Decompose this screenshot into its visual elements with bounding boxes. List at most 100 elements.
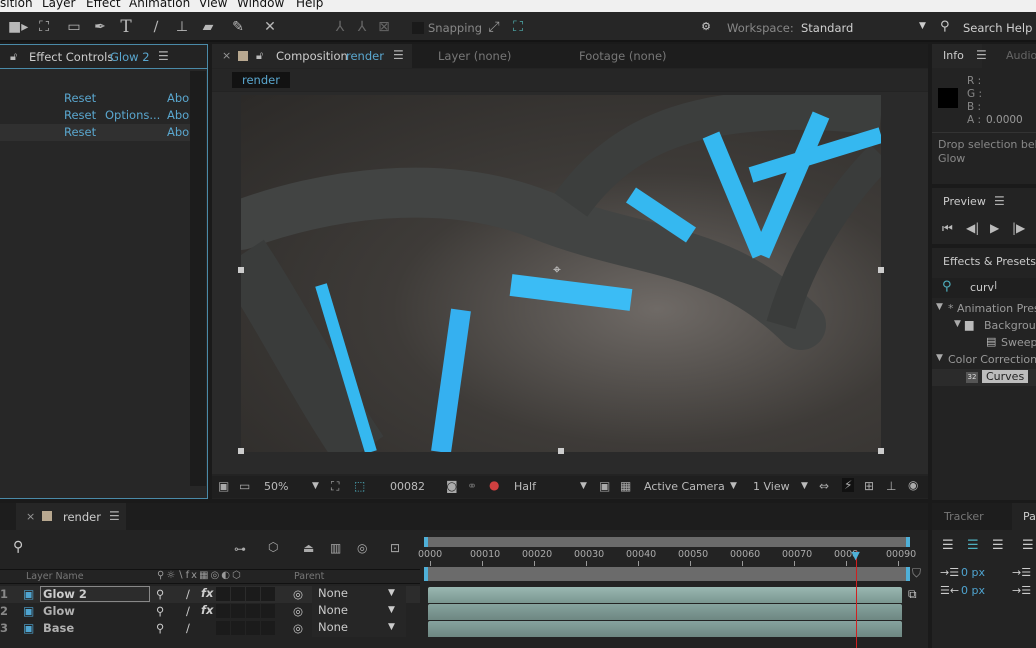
resolution-dropdown-icon[interactable]: ▼ — [580, 481, 587, 491]
align-left-icon[interactable]: ☰ — [942, 538, 954, 553]
type-icon[interactable]: T — [116, 18, 136, 36]
menu-window[interactable]: Window — [237, 0, 284, 9]
switch-box[interactable] — [216, 621, 230, 635]
menu-effect[interactable]: Effect — [86, 0, 121, 9]
switch-box[interactable] — [231, 604, 245, 618]
expand-icon[interactable]: ▼ — [936, 302, 943, 312]
tab-render[interactable]: × render ☰ — [16, 503, 126, 530]
panel-menu-icon[interactable]: ☰ — [109, 509, 120, 523]
layer-duration-bar[interactable] — [428, 604, 902, 620]
tab-audio[interactable]: Audio — [1006, 49, 1036, 62]
layer-duration-bar[interactable] — [428, 621, 902, 637]
layer-name[interactable]: Base — [43, 621, 74, 635]
eraser-icon[interactable]: ▰ — [198, 18, 218, 36]
transform-handle[interactable] — [238, 448, 244, 454]
pickwhip-icon[interactable]: ◎ — [293, 621, 303, 635]
parent-header[interactable]: Parent — [294, 571, 324, 582]
time-ruler[interactable]: 0000 00010 00020 00030 00040 00050 00060 00070 0… — [418, 547, 916, 567]
pickwhip-icon[interactable]: ◎ — [293, 604, 303, 618]
fast-draft-icon[interactable]: ⚡ — [842, 478, 855, 492]
tab-tracker[interactable]: Tracker — [932, 503, 1012, 530]
rectangle-icon[interactable]: ▭ — [64, 18, 84, 36]
align-right-icon[interactable]: ☰ — [992, 538, 1004, 553]
quality-switch-icon[interactable]: ∕ — [186, 587, 190, 601]
indent-left-value[interactable]: 0 px — [961, 566, 985, 579]
effect-switch-icon[interactable]: fx — [201, 603, 213, 617]
roto-brush-icon[interactable]: ✎ — [228, 18, 248, 36]
tree-item[interactable]: ▼ * Animation Prese — [932, 301, 1036, 318]
previous-frame-icon[interactable]: ◀︎| — [966, 221, 979, 235]
switch-box[interactable] — [216, 604, 230, 618]
tree-item[interactable]: ▼ ▆ Backgroun — [932, 318, 1036, 335]
panel-menu-icon[interactable]: ☰ — [158, 49, 169, 63]
pixel-aspect-icon[interactable]: ⇔ — [819, 479, 829, 493]
clone-stamp-icon[interactable]: ⊥ — [172, 18, 192, 36]
menu-animation[interactable]: Animation — [129, 0, 190, 9]
workspace-settings-icon[interactable]: ⚙ — [696, 18, 716, 36]
parent-dropdown-icon[interactable]: ▼ — [388, 622, 395, 632]
playhead-handle[interactable]: ▼ — [851, 549, 859, 562]
monitor-icon[interactable]: ▭ — [239, 479, 250, 493]
quality-switch-icon[interactable]: ∕ — [186, 604, 190, 618]
transform-handle[interactable] — [558, 448, 564, 454]
shy-switch-icon[interactable]: ⚲ — [156, 587, 164, 601]
expand-icon[interactable]: ▼ — [954, 319, 961, 329]
channel-icon[interactable]: ● — [489, 478, 499, 492]
tree-item[interactable]: ▤ Sweepi — [932, 335, 1036, 352]
about-link[interactable]: Abo — [167, 108, 189, 122]
close-icon[interactable]: × — [222, 49, 231, 62]
layer-name-header[interactable]: Layer Name — [26, 571, 84, 582]
lock-icon[interactable]: 🔓︎ — [10, 50, 17, 64]
effect-controls-tab[interactable]: Effect Controls — [29, 50, 113, 64]
parent-dropdown-icon[interactable]: ▼ — [388, 605, 395, 615]
fast-previews-icon[interactable]: ▣ — [599, 479, 610, 493]
menu-composition[interactable]: sition — [0, 0, 33, 9]
resolution-select[interactable]: Half — [514, 480, 536, 493]
align-center-icon[interactable]: ☰ — [967, 538, 979, 553]
tab-layer[interactable]: Layer (none) — [438, 49, 511, 63]
shy-switch-icon[interactable]: ⚲ — [156, 604, 164, 618]
effects-search-input[interactable]: curv — [970, 281, 994, 294]
tree-item-selected[interactable]: 32 Curves — [932, 369, 1036, 386]
play-icon[interactable]: ▶ — [990, 221, 999, 235]
always-preview-icon[interactable]: ▣ — [218, 479, 229, 493]
exposure-icon[interactable]: ◉ — [908, 478, 918, 492]
draft-3d-icon[interactable]: ⬡ — [268, 540, 278, 554]
tree-item[interactable]: ▼ Color Correction — [932, 352, 1036, 369]
work-area-navigator[interactable] — [424, 537, 910, 547]
local-axis-icon[interactable]: ⅄ — [330, 18, 350, 36]
menu-view[interactable]: View — [199, 0, 227, 9]
about-link[interactable]: Abo — [167, 125, 189, 139]
switch-box[interactable] — [261, 587, 275, 601]
menu-help[interactable]: Help — [296, 0, 323, 9]
comp-mini-flowchart-icon[interactable]: ⊶ — [234, 542, 246, 556]
snap-feature-icon[interactable]: ⛶ — [508, 18, 528, 36]
tab-composition[interactable]: × 🔓︎ Composition render ☰ — [212, 44, 412, 68]
panel-menu-icon[interactable]: ☰ — [393, 48, 404, 62]
shy-layers-icon[interactable]: ⏏ — [303, 541, 314, 555]
camera-icon[interactable]: ■▸ — [8, 18, 28, 36]
switch-box[interactable] — [216, 587, 230, 601]
snapping-checkbox[interactable] — [412, 22, 424, 34]
transform-handle[interactable] — [238, 267, 244, 273]
switch-box[interactable] — [231, 621, 245, 635]
effect-controls-scrollbar[interactable] — [190, 71, 206, 486]
effects-search-field[interactable]: ⚲ curv I — [932, 278, 1036, 298]
work-area-bar[interactable] — [424, 567, 910, 581]
view-axis-icon[interactable]: ⊠ — [374, 18, 394, 36]
toggle-mask-icon[interactable]: ⬚ — [354, 479, 365, 493]
view-dropdown-icon[interactable]: ▼ — [801, 481, 808, 491]
transparency-grid-icon[interactable]: ▦ — [620, 479, 631, 493]
switch-box[interactable] — [246, 621, 260, 635]
motion-blur-icon[interactable]: ◎ — [357, 541, 367, 555]
switch-box[interactable] — [246, 587, 260, 601]
comp-button-icon[interactable]: ⧉ — [908, 587, 917, 602]
flowchart-icon[interactable]: ⊥ — [886, 479, 896, 493]
search-icon[interactable]: ⚲ — [13, 539, 23, 555]
layer-row[interactable]: 2 ▣ Glow ⚲ ∕ fx ◎ None ▼ — [0, 603, 420, 620]
region-of-interest-icon[interactable]: ⛶ — [331, 479, 339, 494]
anchor-point-icon[interactable]: ⌖ — [553, 262, 561, 278]
pen-icon[interactable]: ✒ — [90, 18, 110, 36]
layer-name[interactable]: Glow 2 — [40, 586, 150, 602]
snap-expand-icon[interactable]: ⤢ — [484, 18, 504, 36]
